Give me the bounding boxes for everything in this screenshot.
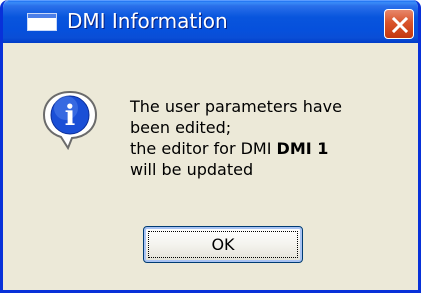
window-title: DMI Information <box>67 9 228 33</box>
message-line: The user parameters have <box>130 97 342 116</box>
close-icon <box>391 16 409 34</box>
svg-text:i: i <box>65 99 76 132</box>
message-line: will be updated <box>130 160 254 179</box>
message-line: the editor for DMI DMI 1 <box>130 138 415 159</box>
message-line-prefix: the editor for DMI <box>130 139 277 158</box>
close-button[interactable] <box>384 9 414 39</box>
message-text: The user parameters have been edited; th… <box>130 96 415 180</box>
info-icon: i <box>42 90 98 150</box>
dialog-window: DMI Information i The user parameters ha… <box>0 0 421 293</box>
ok-button[interactable]: OK <box>143 226 303 263</box>
message-line: been edited; <box>130 118 232 137</box>
title-bar[interactable]: DMI Information <box>3 0 418 43</box>
ok-button-label: OK <box>148 231 298 258</box>
dmi-name: DMI 1 <box>276 139 329 158</box>
window-icon <box>27 13 57 31</box>
